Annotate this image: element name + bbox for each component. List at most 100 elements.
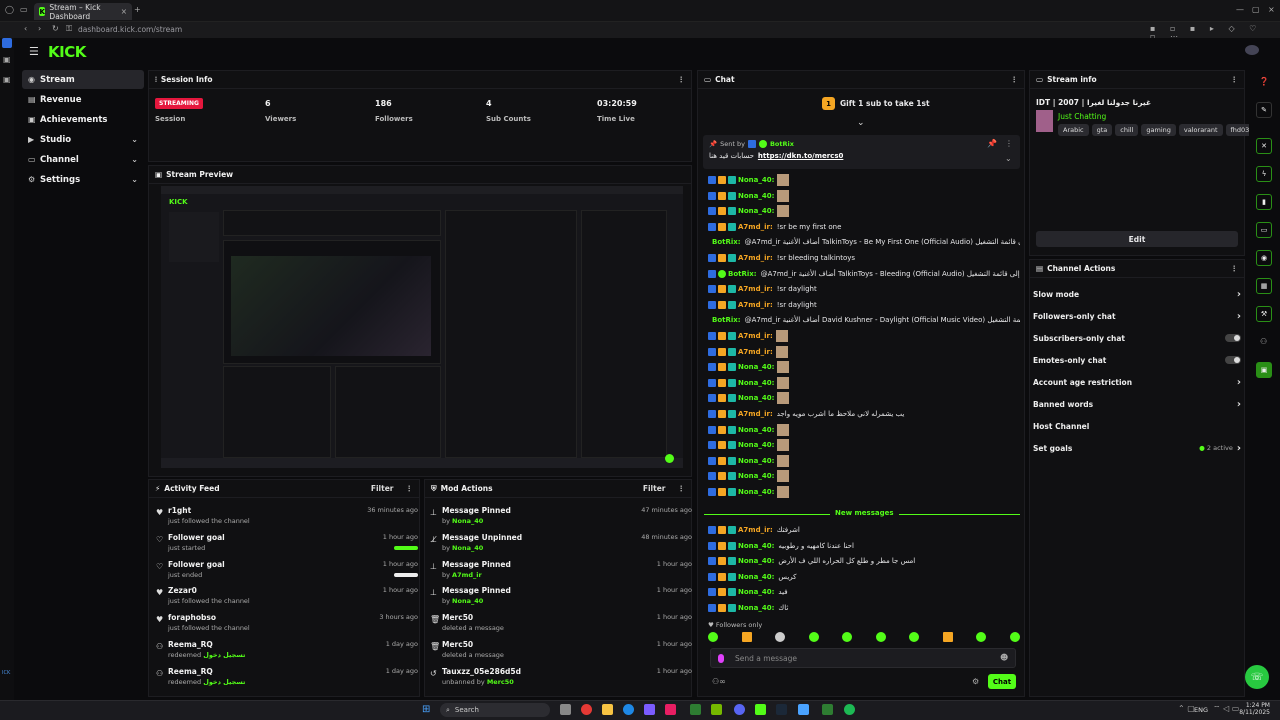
filter-button[interactable]: Filter	[371, 484, 394, 493]
tray-icons[interactable]: ⌃ ▢	[1178, 705, 1195, 713]
microphone-icon[interactable]	[718, 654, 724, 663]
edit-stream-info-button[interactable]: Edit	[1036, 231, 1238, 247]
chat-message[interactable]: Nona_40:	[708, 438, 1020, 452]
chat-message[interactable]: Nona_40: فيد	[708, 585, 1020, 599]
more-options-icon[interactable]: ⋮	[678, 484, 686, 493]
chat-username[interactable]: Nona_40:	[738, 542, 774, 550]
emote-icon[interactable]	[875, 632, 886, 642]
chat-username[interactable]: Nona_40:	[738, 379, 774, 387]
chat-message[interactable]: Nona_40:	[708, 423, 1020, 437]
feed-row[interactable]: ⊥ Message Pinned by Nona_40 47 minutes ago	[430, 506, 692, 533]
kick-app-icon[interactable]	[755, 704, 766, 715]
chat-message[interactable]: A7md_ir: !sr be my first one	[708, 220, 1020, 234]
feed-row[interactable]: ♥ Zezar0 just followed the channel 1 hour a…	[156, 586, 418, 613]
emote-icon[interactable]	[708, 632, 718, 642]
feed-row[interactable]: ♡ Follower goal just started 1 hour ago	[156, 533, 418, 560]
new-messages-label[interactable]: New messages	[830, 509, 899, 517]
chat-message[interactable]: Nona_40:	[708, 469, 1020, 483]
emote-icon[interactable]	[808, 632, 819, 642]
unpin-icon[interactable]: 📌	[987, 140, 997, 148]
chat-username[interactable]: Nona_40:	[738, 394, 774, 402]
spotify-icon[interactable]	[844, 704, 855, 715]
feed-row[interactable]: ♡ Follower goal just ended 1 hour ago	[156, 560, 418, 587]
channel-action-row[interactable]: Emotes-only chat	[1033, 349, 1241, 371]
close-window-icon[interactable]: ×	[1268, 6, 1275, 14]
chat-username[interactable]: Nona_40:	[738, 192, 774, 200]
chat-message[interactable]: Nona_40:	[708, 391, 1020, 405]
chat-username[interactable]: BotRix:	[712, 316, 741, 324]
chat-users-icon[interactable]: ⚇∞	[712, 678, 726, 686]
chat-message[interactable]: A7md_ir: !sr daylight	[708, 298, 1020, 312]
xbox-icon[interactable]	[690, 704, 701, 715]
pencil-icon[interactable]: ✎	[1256, 102, 1272, 118]
chat-username[interactable]: A7md_ir:	[738, 285, 773, 293]
feed-row[interactable]: ⚇ Reema_RQ redeemed تسجيل دخول 1 day ago	[156, 640, 418, 667]
tool-icon-1[interactable]: ✕	[1256, 138, 1272, 154]
expand-icon[interactable]: ⌄	[1005, 155, 1012, 163]
maximize-icon[interactable]: ▢	[1252, 6, 1260, 14]
feed-row[interactable]: ⊥̸ Message Unpinned by Nona_40 48 minutes a…	[430, 533, 692, 560]
chat-username[interactable]: A7md_ir:	[738, 301, 773, 309]
chat-message[interactable]: Nona_40:	[708, 173, 1020, 187]
chat-message[interactable]: Nona_40: احنا عندنا كامهيه و رطوبيه	[708, 539, 1020, 553]
chat-username[interactable]: Nona_40:	[738, 588, 774, 596]
hamburger-menu-icon[interactable]: ☰	[29, 45, 39, 58]
forward-icon[interactable]: ›	[38, 25, 41, 33]
pinned-link[interactable]: https://dkn.to/mercs0	[758, 152, 843, 160]
chat-message[interactable]: BotRix: @A7md_ir أضاف الأغنية TalkinToys …	[708, 235, 1020, 249]
sidebar-item-settings[interactable]: ⚙ Settings ⌄	[22, 170, 144, 189]
community-icon[interactable]: ⚇	[1260, 338, 1267, 346]
channel-action-row[interactable]: Banned words ›	[1033, 393, 1241, 415]
channel-action-row[interactable]: Slow mode ›	[1033, 283, 1241, 305]
assistant-fab-icon[interactable]: ☏	[1245, 665, 1269, 689]
taskbar-search[interactable]: ⌕ Search	[440, 703, 550, 717]
stream-video-preview[interactable]: KICK	[161, 186, 683, 468]
sidebar-item-revenue[interactable]: ▤ Revenue	[22, 90, 144, 109]
chat-username[interactable]: Nona_40:	[738, 176, 774, 184]
url-text[interactable]: dashboard.kick.com/stream	[78, 25, 182, 34]
lightning-icon[interactable]: ϟ	[1256, 166, 1272, 182]
emote-icon[interactable]	[842, 632, 853, 642]
sidebar-tool-icon[interactable]: ▣	[3, 56, 11, 64]
network-volume-icons[interactable]: ⌔ ◁ ▭	[1213, 705, 1239, 713]
discord-icon[interactable]	[734, 704, 745, 715]
chat-message[interactable]: BotRix: @A7md_ir أضاف الأغنية David Kushn…	[708, 313, 1020, 327]
feed-row[interactable]: ⊥ Message Pinned by A7md_ir 1 hour ago	[430, 560, 692, 587]
channel-action-row[interactable]: Account age restriction ›	[1033, 371, 1241, 393]
more-options-icon[interactable]: ⋮	[1231, 75, 1239, 84]
layout-icon[interactable]: ▦	[1256, 278, 1272, 294]
emote-icon[interactable]	[976, 632, 987, 642]
channel-action-row[interactable]: Subscribers-only chat	[1033, 327, 1241, 349]
emote-icon[interactable]	[741, 632, 752, 642]
emote-icon[interactable]	[1009, 632, 1020, 642]
chat-input[interactable]: Send a message ☻	[710, 648, 1016, 668]
emote-icon[interactable]	[909, 632, 920, 642]
chat-username[interactable]: Nona_40:	[738, 472, 774, 480]
feed-row[interactable]: ⊥ Message Pinned by Nona_40 1 hour ago	[430, 586, 692, 613]
workspace-icon[interactable]	[2, 38, 12, 48]
feed-row[interactable]: ♥ r1ght just followed the channel 36 minute…	[156, 506, 418, 533]
language-indicator[interactable]: ENG	[1194, 706, 1208, 714]
more-options-icon[interactable]: ⋮	[406, 484, 414, 493]
pinned-sender[interactable]: BotRix	[770, 140, 794, 148]
minimize-icon[interactable]: —	[1236, 6, 1244, 14]
chat-username[interactable]: Nona_40:	[738, 426, 774, 434]
app-icon-1[interactable]	[644, 704, 655, 715]
chat-message[interactable]: Nona_40: امس جا مطر و طلع كل الحراره اللي…	[708, 554, 1020, 568]
emoji-icon[interactable]: ☻	[1000, 654, 1008, 662]
task-view-icon[interactable]	[560, 704, 571, 715]
chat-message[interactable]: Nona_40:	[708, 485, 1020, 499]
more-options-icon[interactable]: ⋮	[678, 75, 686, 84]
reload-icon[interactable]: ↻	[52, 25, 59, 33]
chat-message[interactable]: A7md_ir:	[708, 345, 1020, 359]
channel-action-row[interactable]: Set goals ● 2 active ›	[1033, 437, 1241, 459]
chat-message[interactable]: Nona_40:	[708, 189, 1020, 203]
feed-row[interactable]: 🗑 Merc50 deleted a message 1 hour ago	[430, 613, 692, 640]
chat-username[interactable]: Nona_40:	[738, 604, 774, 612]
more-options-icon[interactable]: ⋮	[1231, 264, 1239, 273]
emote-icon[interactable]	[775, 632, 786, 642]
browser-logo-icon[interactable]: ◯	[5, 6, 14, 14]
chat-username[interactable]: A7md_ir:	[738, 410, 773, 418]
chat-username[interactable]: Nona_40:	[738, 207, 774, 215]
chat-username[interactable]: Nona_40:	[738, 488, 774, 496]
